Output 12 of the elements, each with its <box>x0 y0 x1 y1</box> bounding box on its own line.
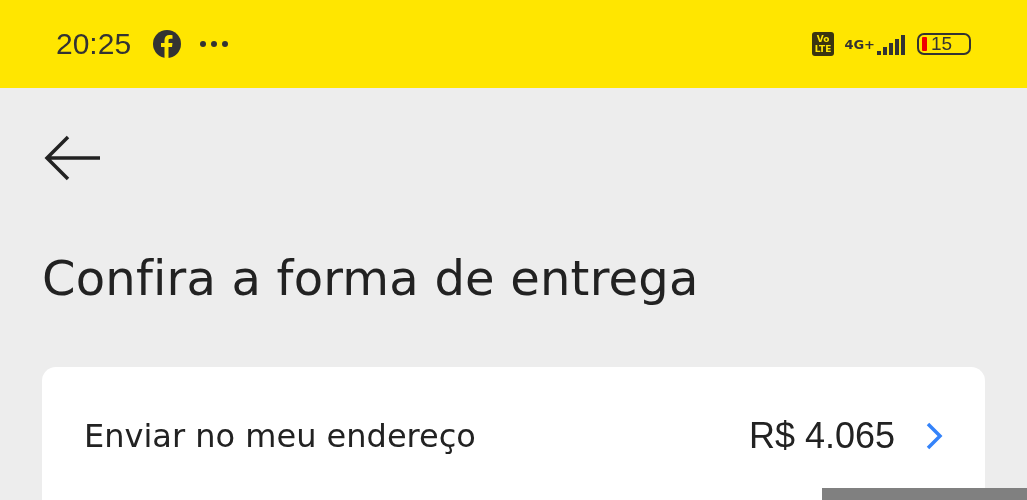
delivery-option-label[interactable]: Enviar no meu endereço <box>84 417 476 455</box>
facebook-icon <box>153 30 182 58</box>
battery-indicator: 15 <box>917 33 971 55</box>
status-time: 20:25 <box>56 27 132 61</box>
volte-icon: Vo LTE <box>811 32 835 56</box>
back-button[interactable] <box>44 134 102 182</box>
signal-icon <box>877 33 907 55</box>
chevron-right-icon[interactable] <box>925 421 943 451</box>
page-title: Confira a forma de entrega <box>42 249 700 308</box>
network-type: 4G+ <box>844 36 875 52</box>
delivery-price: R$ 4.065 <box>748 415 895 457</box>
more-icon <box>199 40 230 48</box>
